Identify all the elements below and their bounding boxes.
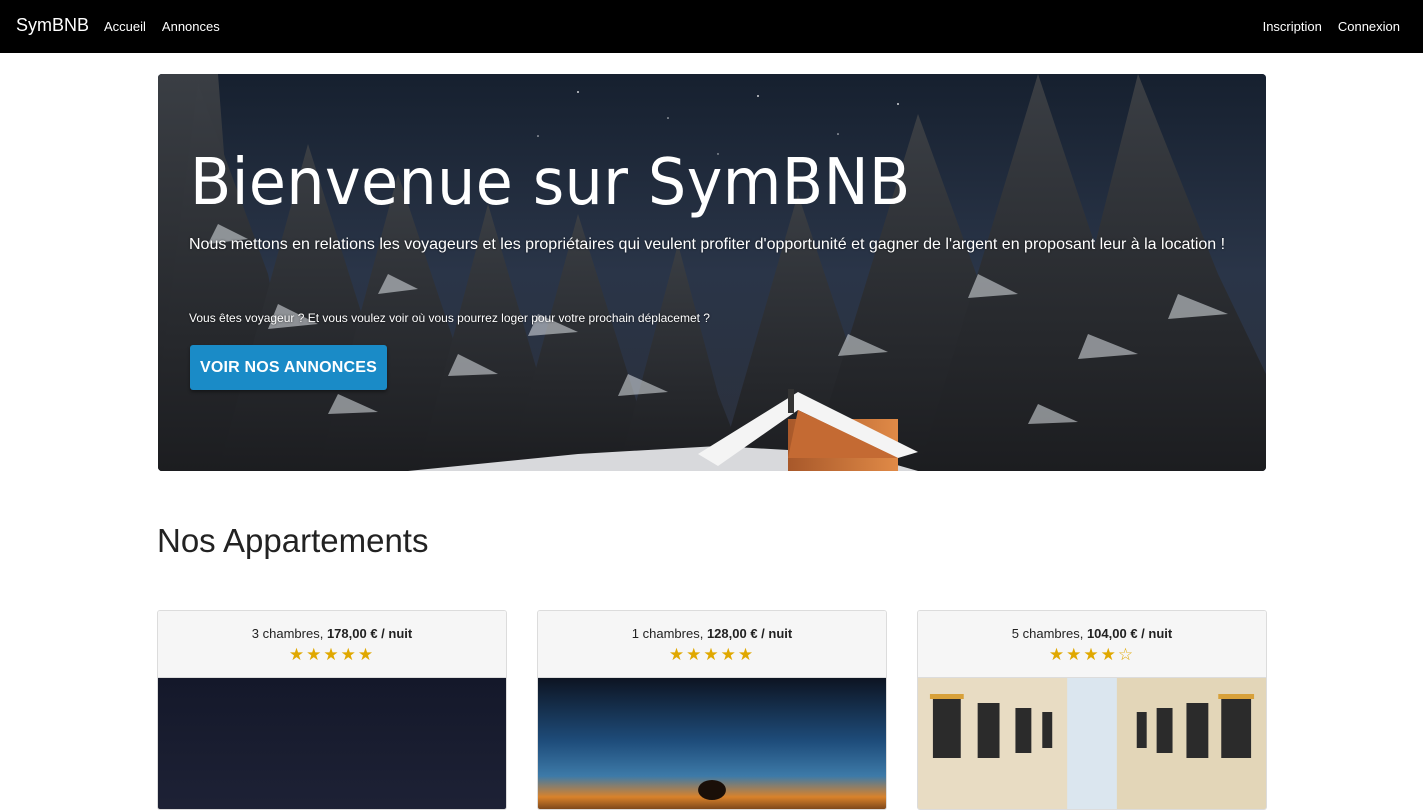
nav-link-accueil[interactable]: Accueil bbox=[104, 19, 146, 34]
nav-left-links: Accueil Annonces bbox=[104, 19, 220, 34]
hero-background-image bbox=[158, 74, 1266, 471]
card-header: 1 chambres, 128,00 € / nuit ★★★★★ bbox=[538, 611, 886, 678]
card-rooms: 1 chambres, bbox=[631, 626, 704, 641]
card-price: 178,00 € / nuit bbox=[326, 626, 413, 641]
brand-logo-link[interactable]: SymBNB bbox=[16, 15, 89, 36]
hero-lead-text: Nous mettons en relations les voyageurs … bbox=[189, 236, 1226, 253]
card-info: 5 chambres, 104,00 € / nuit bbox=[918, 626, 1266, 641]
card-image[interactable] bbox=[538, 678, 886, 810]
view-listings-button[interactable]: VOIR NOS ANNONCES bbox=[190, 345, 387, 390]
card-rooms: 3 chambres, bbox=[251, 626, 324, 641]
hero-title: Bienvenue sur SymBNB bbox=[190, 146, 911, 220]
nav-link-connexion[interactable]: Connexion bbox=[1338, 19, 1400, 34]
apartment-card[interactable]: 3 chambres, 178,00 € / nuit ★★★★★ bbox=[157, 610, 507, 810]
card-header: 3 chambres, 178,00 € / nuit ★★★★★ bbox=[158, 611, 506, 678]
card-price: 104,00 € / nuit bbox=[1086, 626, 1173, 641]
nav-link-inscription[interactable]: Inscription bbox=[1263, 19, 1322, 34]
apartment-card[interactable]: 5 chambres, 104,00 € / nuit ★★★★☆ bbox=[917, 610, 1267, 810]
nav-link-annonces[interactable]: Annonces bbox=[162, 19, 220, 34]
top-navbar: SymBNB Accueil Annonces Inscription Conn… bbox=[0, 0, 1423, 53]
apartment-card[interactable]: 1 chambres, 128,00 € / nuit ★★★★★ bbox=[537, 610, 887, 810]
card-header: 5 chambres, 104,00 € / nuit ★★★★☆ bbox=[918, 611, 1266, 678]
card-image[interactable] bbox=[158, 678, 506, 810]
card-info: 3 chambres, 178,00 € / nuit bbox=[158, 626, 506, 641]
hero-jumbotron: Bienvenue sur SymBNB Nous mettons en rel… bbox=[158, 74, 1266, 471]
card-price: 128,00 € / nuit bbox=[706, 626, 793, 641]
rating-stars: ★★★★☆ bbox=[1048, 645, 1136, 664]
card-rooms: 5 chambres, bbox=[1011, 626, 1084, 641]
rating-stars: ★★★★★ bbox=[288, 645, 376, 664]
nav-right-links: Inscription Connexion bbox=[1263, 19, 1400, 34]
card-info: 1 chambres, 128,00 € / nuit bbox=[538, 626, 886, 641]
rating-stars: ★★★★★ bbox=[668, 645, 756, 664]
hero-subtext: Vous êtes voyageur ? Et vous voulez voir… bbox=[189, 311, 710, 325]
section-title: Nos Appartements bbox=[157, 522, 429, 559]
card-image[interactable] bbox=[918, 678, 1266, 810]
